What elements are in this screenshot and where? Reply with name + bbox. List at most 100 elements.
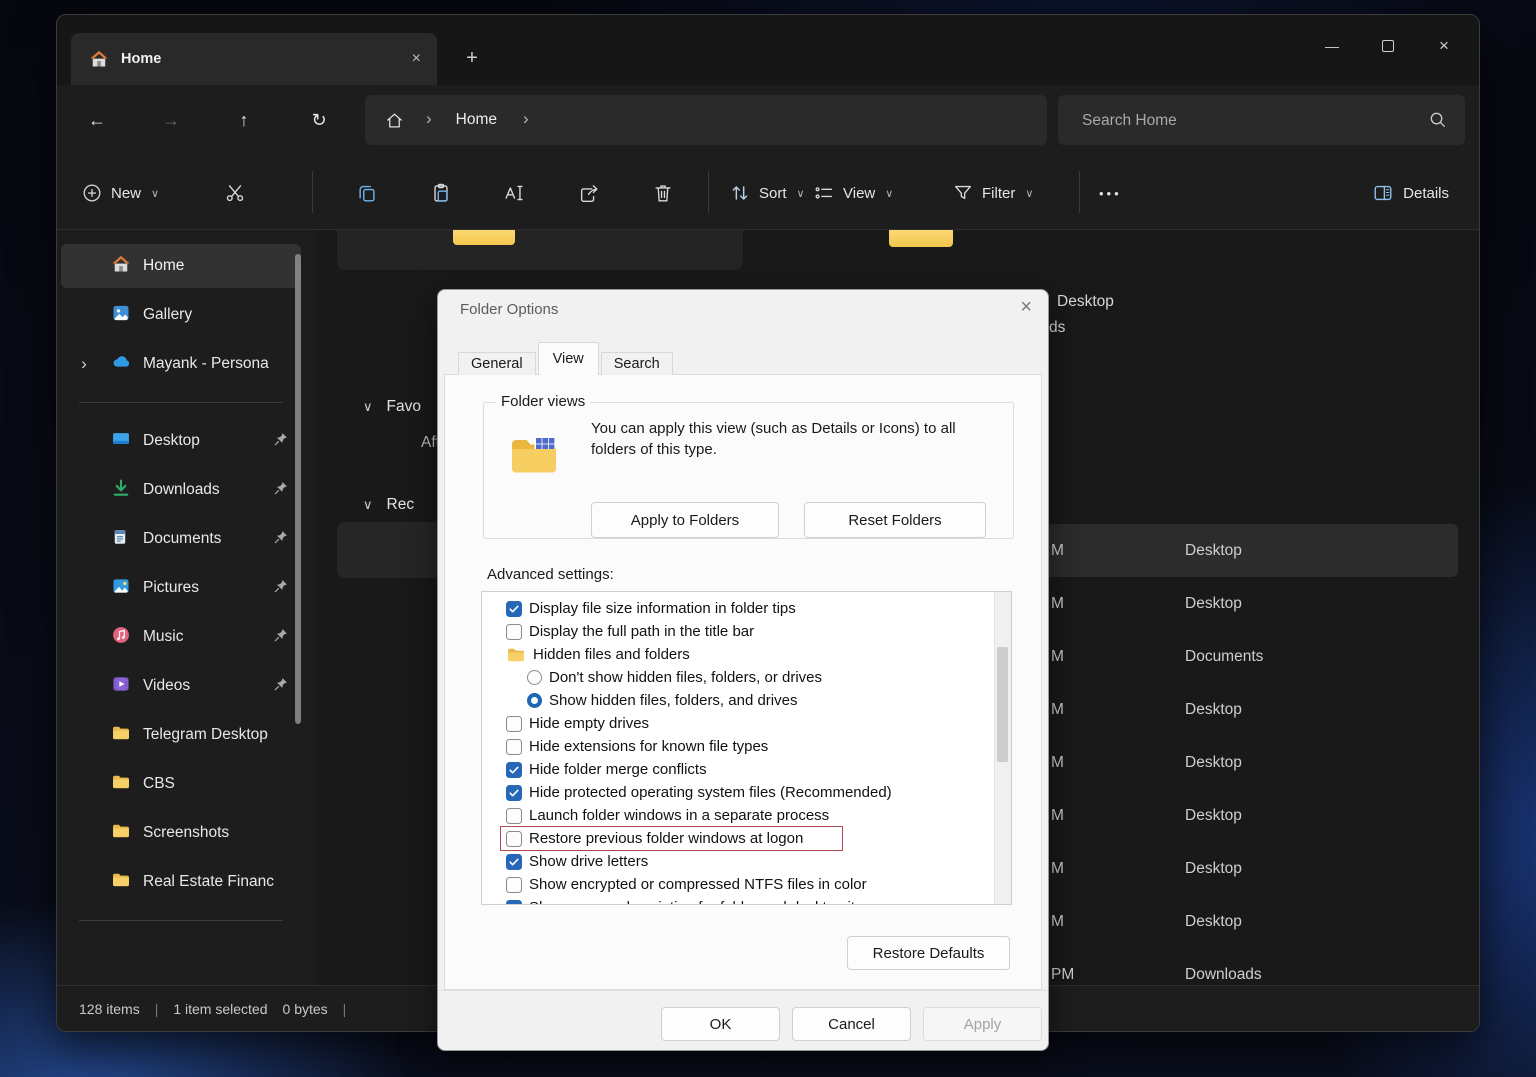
- settings-rows: Display file size information in folder …: [482, 597, 994, 905]
- checkbox-unchecked[interactable]: [506, 739, 522, 755]
- up-button[interactable]: ↑: [227, 103, 261, 137]
- sidebar-item-music[interactable]: Music: [61, 615, 301, 659]
- navigation-bar: ← → ↑ ↻ › Home ›: [57, 85, 1479, 155]
- file-row[interactable]: MDesktop: [1045, 736, 1458, 789]
- setting-show-encrypted-or-compressed-ntfs-files-in-color[interactable]: Show encrypted or compressed NTFS files …: [482, 873, 994, 896]
- dialog-tab-view[interactable]: View: [538, 342, 599, 375]
- new-tab-button[interactable]: +: [457, 43, 487, 73]
- setting-display-file-size-information-in-folder-tips[interactable]: Display file size information in folder …: [482, 597, 994, 620]
- sidebar-item-downloads[interactable]: Downloads: [61, 468, 301, 512]
- sort-button[interactable]: Sort ∨: [729, 173, 805, 213]
- sidebar-item-gallery[interactable]: Gallery: [61, 293, 301, 337]
- delete-button[interactable]: [652, 173, 674, 213]
- filter-button[interactable]: Filter ∨: [952, 173, 1033, 213]
- refresh-button[interactable]: ↻: [302, 103, 336, 137]
- tab-home[interactable]: Home ×: [71, 33, 437, 85]
- advanced-settings-list[interactable]: Display file size information in folder …: [481, 591, 1012, 905]
- checkbox-unchecked[interactable]: [506, 808, 522, 824]
- back-button[interactable]: ←: [80, 103, 114, 137]
- restore-defaults-button[interactable]: Restore Defaults: [847, 936, 1010, 970]
- dialog-tab-search[interactable]: Search: [601, 352, 673, 375]
- minimize-button[interactable]: —: [1309, 31, 1355, 61]
- items-count: 128 items: [79, 1001, 140, 1017]
- file-row[interactable]: MDesktop: [1045, 842, 1458, 895]
- more-options-button[interactable]: •••: [1099, 173, 1122, 213]
- details-pane-button[interactable]: Details: [1372, 173, 1449, 213]
- breadcrumb[interactable]: › Home ›: [365, 95, 1047, 145]
- reset-folders-button[interactable]: Reset Folders: [804, 502, 986, 538]
- chevron-right-icon[interactable]: ›: [69, 354, 99, 374]
- checkbox-checked[interactable]: [506, 601, 522, 617]
- radio-selected[interactable]: [527, 693, 542, 708]
- section-favorites[interactable]: ∨ Favo: [363, 398, 421, 416]
- setting-display-the-full-path-in-the-title-bar[interactable]: Display the full path in the title bar: [482, 620, 994, 643]
- setting-show-pop-up-description-for-folder-and-desktop-items[interactable]: Show pop-up description for folder and d…: [482, 896, 994, 905]
- setting-show-hidden-files-folders-and-drives[interactable]: Show hidden files, folders, and drives: [482, 689, 994, 712]
- file-row[interactable]: MDesktop: [1045, 683, 1458, 736]
- share-button[interactable]: [578, 173, 600, 213]
- pin-icon: [273, 480, 289, 496]
- checkbox-unchecked[interactable]: [506, 877, 522, 893]
- forward-button[interactable]: →: [154, 103, 188, 137]
- breadcrumb-home[interactable]: Home: [456, 111, 497, 129]
- paste-button[interactable]: [430, 173, 452, 213]
- sidebar-item-home[interactable]: Home: [61, 244, 301, 288]
- checkbox-checked[interactable]: [506, 854, 522, 870]
- sidebar-item-real-estate-financ[interactable]: Real Estate Financ: [61, 860, 301, 904]
- folder-views-group: Folder views You can apply this view (su…: [483, 402, 1014, 539]
- file-row[interactable]: PMDownloads: [1045, 948, 1458, 985]
- list-scrollbar[interactable]: [994, 592, 1011, 904]
- setting-restore-previous-folder-windows-at-logon[interactable]: Restore previous folder windows at logon: [482, 827, 994, 850]
- file-row[interactable]: MDesktop: [1045, 577, 1458, 630]
- close-button[interactable]: ×: [1421, 31, 1467, 61]
- rename-button[interactable]: [503, 173, 525, 213]
- checkbox-checked[interactable]: [506, 762, 522, 778]
- setting-don-t-show-hidden-files-folders-or-drives[interactable]: Don't show hidden files, folders, or dri…: [482, 666, 994, 689]
- checkbox-unchecked[interactable]: [506, 831, 522, 847]
- file-row[interactable]: MDesktop: [1045, 895, 1458, 948]
- checkbox-checked[interactable]: [506, 900, 522, 906]
- file-row[interactable]: MDesktop: [1045, 524, 1458, 577]
- setting-launch-folder-windows-in-a-separate-process[interactable]: Launch folder windows in a separate proc…: [482, 804, 994, 827]
- dialog-close-icon[interactable]: ×: [1020, 296, 1032, 319]
- setting-show-drive-letters[interactable]: Show drive letters: [482, 850, 994, 873]
- checkbox-unchecked[interactable]: [506, 716, 522, 732]
- sidebar-item-telegram-desktop[interactable]: Telegram Desktop: [61, 713, 301, 757]
- maximize-button[interactable]: [1365, 31, 1411, 61]
- sidebar-item-pictures[interactable]: Pictures: [61, 566, 301, 610]
- apply-button[interactable]: Apply: [923, 1007, 1042, 1041]
- dialog-tab-general[interactable]: General: [458, 352, 536, 375]
- ok-button[interactable]: OK: [661, 1007, 780, 1041]
- occluded-file-name: ds: [1049, 319, 1065, 337]
- copy-button[interactable]: [356, 173, 378, 213]
- file-row[interactable]: MDocuments: [1045, 630, 1458, 683]
- setting-hide-protected-operating-system-files-recommended[interactable]: Hide protected operating system files (R…: [482, 781, 994, 804]
- cut-button[interactable]: [224, 173, 246, 213]
- radio-unselected[interactable]: [527, 670, 542, 685]
- sidebar-item-documents[interactable]: Documents: [61, 517, 301, 561]
- sidebar-item-mayank-persona[interactable]: ›Mayank - Persona: [61, 342, 301, 386]
- view-button[interactable]: View ∨: [813, 173, 893, 213]
- checkbox-unchecked[interactable]: [506, 624, 522, 640]
- cancel-button[interactable]: Cancel: [792, 1007, 911, 1041]
- section-recent[interactable]: ∨ Rec: [363, 496, 414, 514]
- chevron-right-icon: ›: [426, 109, 432, 129]
- file-row[interactable]: MDesktop: [1045, 789, 1458, 842]
- setting-hidden-files-and-folders[interactable]: Hidden files and folders: [482, 643, 994, 666]
- sidebar-scrollbar[interactable]: [295, 254, 301, 724]
- sidebar-divider: [79, 920, 283, 921]
- apply-to-folders-button[interactable]: Apply to Folders: [591, 502, 779, 538]
- search-input[interactable]: [1080, 95, 1414, 147]
- checkbox-checked[interactable]: [506, 785, 522, 801]
- setting-hide-extensions-for-known-file-types[interactable]: Hide extensions for known file types: [482, 735, 994, 758]
- tab-close-icon[interactable]: ×: [412, 50, 421, 68]
- sidebar-item-desktop[interactable]: Desktop: [61, 419, 301, 463]
- search-box[interactable]: [1058, 95, 1465, 145]
- sidebar-item-videos[interactable]: Videos: [61, 664, 301, 708]
- scrollbar-thumb[interactable]: [997, 647, 1008, 762]
- sidebar-item-cbs[interactable]: CBS: [61, 762, 301, 806]
- new-button[interactable]: New ∨: [81, 173, 159, 213]
- sidebar-item-screenshots[interactable]: Screenshots: [61, 811, 301, 855]
- setting-hide-folder-merge-conflicts[interactable]: Hide folder merge conflicts: [482, 758, 994, 781]
- setting-hide-empty-drives[interactable]: Hide empty drives: [482, 712, 994, 735]
